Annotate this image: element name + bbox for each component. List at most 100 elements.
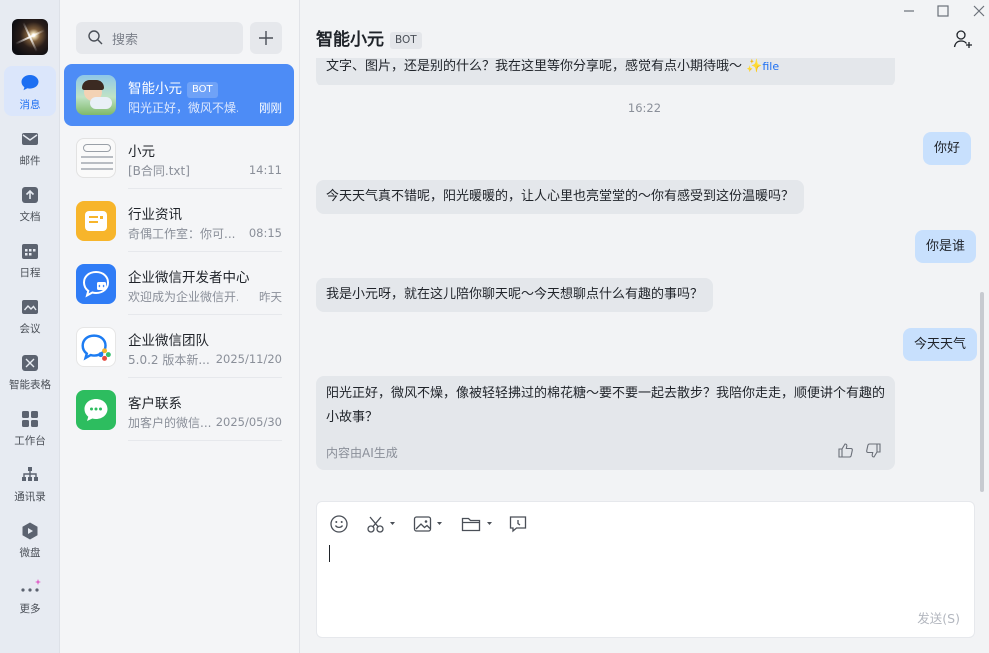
bot-badge: BOT	[187, 82, 218, 98]
nav-label: 日程	[19, 267, 41, 279]
scrollbar[interactable]	[980, 292, 984, 492]
message-clip: 文字、图片，还是别的什么？我在这里等你分享呢，感觉有点小期待哦～ ✨file	[316, 58, 895, 85]
message-timestamp: 16:22	[627, 101, 662, 115]
workbench-grid-icon	[22, 411, 38, 427]
minimize-icon[interactable]	[898, 2, 920, 20]
chat-bubble-icon	[21, 75, 39, 91]
conversation-time: 08:15	[248, 226, 282, 240]
conversation-name: 企业微信开发者中心	[128, 270, 250, 286]
image-icon[interactable]	[413, 514, 447, 534]
conversation-list-panel: 搜索 智能小元 BOT 阳光正好，微风不燥... 刚刚 小元 [B合同.txt] …	[60, 0, 300, 653]
developer-center-icon	[76, 264, 116, 304]
conversation-item[interactable]: 客户联系 加客户的微信... 2025/05/30	[64, 379, 294, 441]
chat-panel: 智能小元 BOT 文字、图片，还是别的什么？我在这里等你分享呢，感觉有点小期待哦～…	[300, 0, 989, 653]
org-chart-icon	[22, 467, 38, 481]
nav-item-calendar[interactable]: 日程	[4, 234, 56, 284]
search-icon	[88, 30, 103, 45]
nav-item-docs[interactable]: 文档	[4, 178, 56, 228]
send-button[interactable]: 发送(S)	[917, 608, 960, 627]
meeting-icon	[22, 300, 38, 314]
bot-message: 文字、图片，还是别的什么？我在这里等你分享呢，感觉有点小期待哦～ ✨file	[316, 58, 895, 85]
message-composer[interactable]: 发送(S)	[316, 501, 975, 638]
developer-chat-icon	[82, 270, 110, 298]
screenshot-scissors-icon[interactable]	[366, 514, 400, 534]
text-cursor	[329, 545, 330, 562]
conversation-name: 行业资讯	[128, 207, 182, 223]
wecom-logo-icon	[81, 334, 111, 361]
nav-item-drive[interactable]: 微盘	[4, 514, 56, 564]
conversation-name: 智能小元	[128, 81, 182, 97]
nav-label: 通讯录	[14, 491, 46, 503]
message-text: 阳光正好，微风不燥，像被轻轻拂过的棉花糖～要不要一起去散步？我陪你走走，顺便讲个…	[326, 386, 886, 425]
wechat-bubble-icon	[84, 399, 108, 421]
user-message: 你是谁	[915, 230, 977, 263]
emoji-icon[interactable]	[329, 514, 349, 534]
nav-label: 邮件	[19, 155, 41, 167]
wecom-team-icon	[76, 327, 116, 367]
nav-label: 会议	[19, 323, 41, 335]
chat-record-icon[interactable]	[508, 514, 528, 534]
divider	[128, 188, 282, 189]
mail-icon	[22, 133, 38, 145]
conversation-item[interactable]: 企业微信开发者中心 欢迎成为企业微信开... 昨天	[64, 253, 294, 315]
thumbs-up-icon[interactable]	[837, 442, 854, 459]
nav-item-meeting[interactable]: 会议	[4, 290, 56, 340]
message-text: 文字、图片，还是别的什么？我在这里等你分享呢，感觉有点小期待哦～	[326, 59, 743, 74]
thumbs-down-icon[interactable]	[865, 442, 882, 459]
more-dots-icon	[21, 579, 41, 592]
file-link[interactable]: file	[762, 60, 779, 73]
nav-rail: 消息 邮件 文档 日程 会议 智能表格 工作台 通讯录 微盘 更多	[0, 0, 60, 653]
nav-item-contacts[interactable]: 通讯录	[4, 458, 56, 508]
nav-label: 更多	[19, 603, 41, 615]
conversation-time: 昨天	[259, 290, 282, 304]
add-member-icon[interactable]	[952, 28, 974, 50]
contact-avatar	[76, 138, 116, 178]
folder-icon[interactable]	[461, 514, 497, 534]
nav-label: 微盘	[19, 547, 41, 559]
search-input[interactable]: 搜索	[76, 22, 243, 54]
conversation-item[interactable]: 行业资讯 奇偶工作室：你可... 08:15	[64, 190, 294, 252]
conversation-preview: 阳光正好，微风不燥...	[128, 101, 238, 115]
nav-item-workbench[interactable]: 工作台	[4, 402, 56, 452]
nav-item-more[interactable]: 更多	[4, 570, 56, 620]
conversation-item[interactable]: 智能小元 BOT 阳光正好，微风不燥... 刚刚	[64, 64, 294, 126]
nav-item-messages[interactable]: 消息	[4, 66, 56, 116]
conversation-item[interactable]: 企业微信团队 5.0.2 版本新... 2025/11/20	[64, 316, 294, 378]
bot-message: 今天天气真不错呢，阳光暖暖的，让人心里也亮堂堂的～你有感受到这份温暖吗？	[316, 180, 805, 214]
user-message: 今天天气	[903, 328, 978, 361]
conversation-name: 小元	[128, 144, 155, 160]
divider	[128, 377, 282, 378]
conversation-name: 客户联系	[128, 396, 182, 412]
nav-item-smart-sheet[interactable]: 智能表格	[4, 346, 56, 396]
sparkle-icon: ✨	[746, 59, 763, 74]
conversation-time: 刚刚	[259, 101, 282, 115]
nav-label: 文档	[19, 211, 41, 223]
nav-label: 消息	[19, 99, 41, 111]
news-app-icon	[76, 201, 116, 241]
close-icon[interactable]	[968, 2, 989, 20]
conversation-time: 2025/05/30	[215, 415, 282, 429]
conversation-preview: 欢迎成为企业微信开...	[128, 290, 238, 304]
conversation-name: 企业微信团队	[128, 333, 209, 349]
maximize-icon[interactable]	[932, 2, 954, 20]
bot-message: 我是小元呀，就在这儿陪你聊天呢～今天想聊点什么有趣的事吗？	[316, 278, 714, 312]
drive-icon	[22, 522, 38, 540]
search-placeholder: 搜索	[112, 33, 139, 48]
conversation-item[interactable]: 小元 [B合同.txt] 14:11	[64, 127, 294, 189]
divider	[128, 440, 282, 441]
divider	[128, 314, 282, 315]
ai-generated-note: 内容由AI生成	[326, 446, 398, 460]
conversation-preview: [B合同.txt]	[128, 164, 190, 178]
conversation-time: 2025/11/20	[215, 352, 282, 366]
bot-avatar	[76, 75, 116, 115]
nav-item-mail[interactable]: 邮件	[4, 122, 56, 172]
conversation-preview: 奇偶工作室：你可...	[128, 227, 236, 241]
chat-title: 智能小元 BOT	[316, 25, 422, 50]
user-message: 你好	[923, 132, 972, 165]
user-avatar[interactable]	[12, 19, 48, 55]
bot-message: 阳光正好，微风不燥，像被轻轻拂过的棉花糖～要不要一起去散步？我陪你走走，顺便讲个…	[316, 376, 895, 470]
chat-title-text: 智能小元	[316, 30, 384, 50]
document-icon	[22, 187, 38, 203]
add-button[interactable]	[250, 22, 282, 54]
conversation-time: 14:11	[248, 163, 282, 177]
